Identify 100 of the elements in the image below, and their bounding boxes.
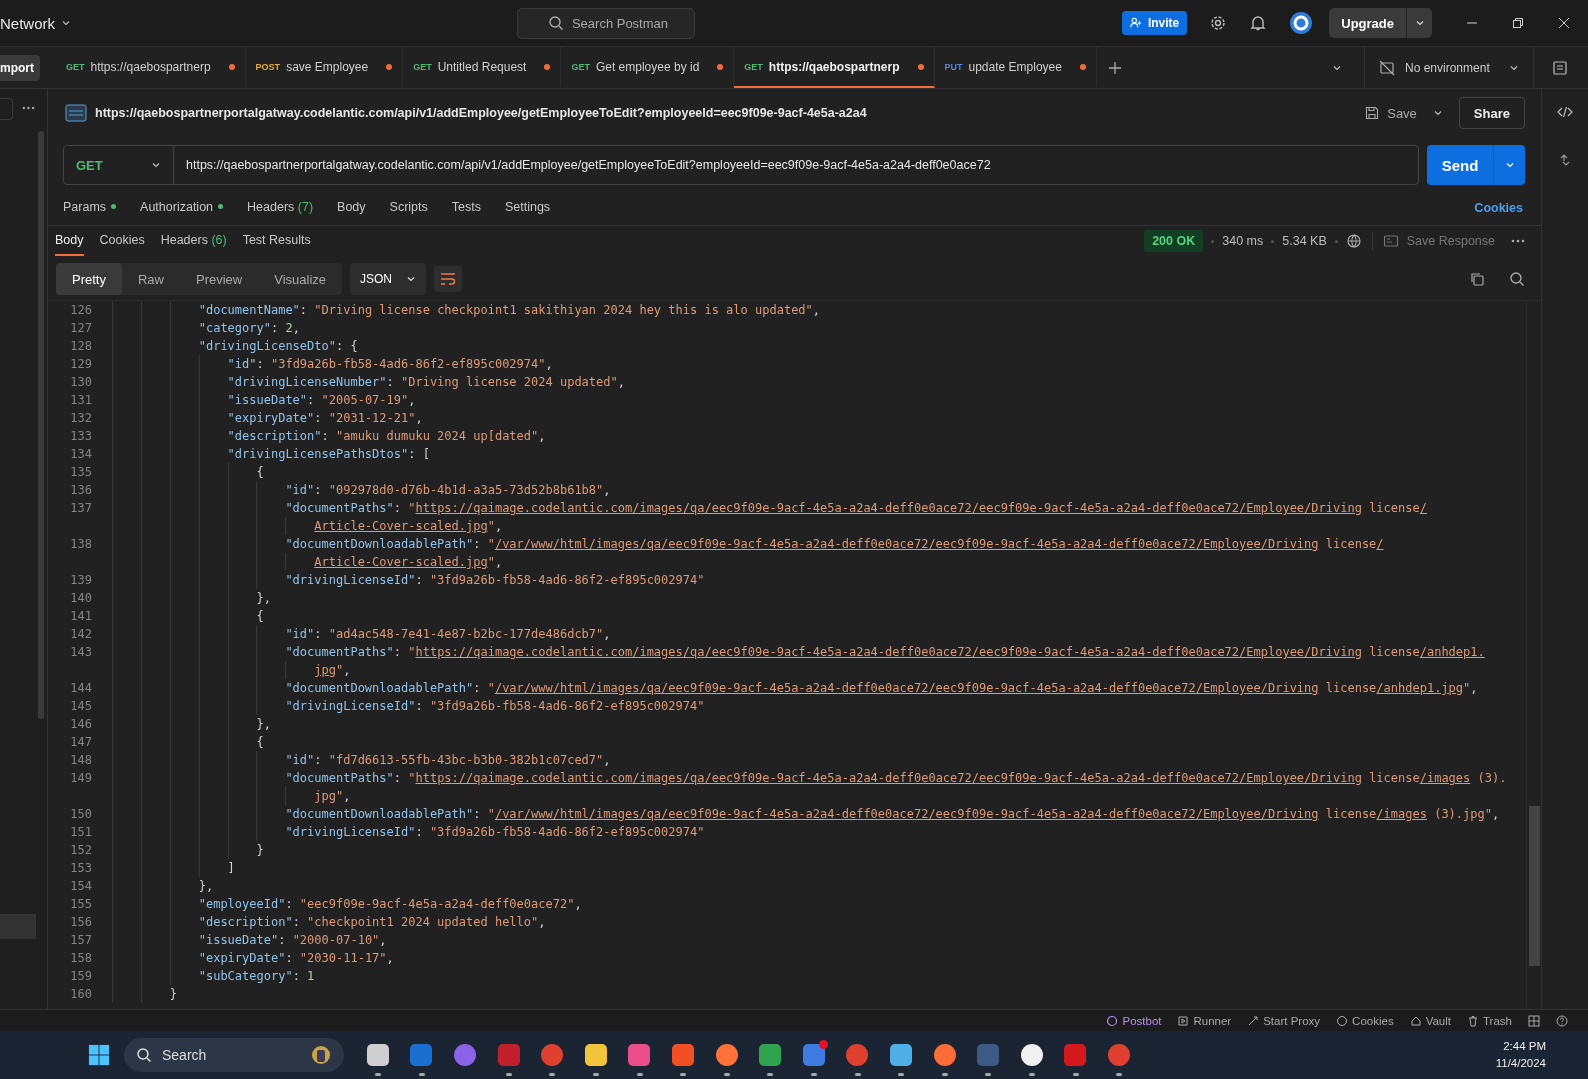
trash-icon xyxy=(1467,1014,1479,1027)
line-number: 160 xyxy=(69,986,92,1003)
code-icon[interactable] xyxy=(1557,104,1573,120)
line-number: 141 xyxy=(69,608,92,625)
close-icon[interactable] xyxy=(1558,17,1570,29)
view-mode-tab[interactable]: Pretty xyxy=(56,263,122,295)
share-button[interactable]: Share xyxy=(1458,97,1525,129)
request-option-tab[interactable]: Scripts xyxy=(389,190,428,225)
save-button[interactable]: Save xyxy=(1365,105,1417,121)
request-option-tab[interactable]: Headers (7) xyxy=(247,190,314,225)
restore-icon[interactable] xyxy=(1512,17,1524,29)
search-input[interactable]: Search Postman xyxy=(571,15,682,31)
invite-button[interactable]: Invite xyxy=(1121,11,1188,35)
status-bar-item[interactable]: Postbot xyxy=(1106,1014,1162,1027)
search-icon xyxy=(136,1047,152,1063)
request-option-tab[interactable]: Settings xyxy=(504,190,551,225)
code-link[interactable]: https://qaimage.codelantic.com/images/qa/eec9f09e-9acf-4e5a-a2a4-deff0e0ace72/eec9f09e-9acf-4e5a-a2a4-deff0e0ace72/Employee/Driving xyxy=(415,771,1362,785)
response-tab[interactable]: Cookies xyxy=(99,226,145,256)
send-button[interactable]: Send xyxy=(1427,145,1493,185)
caret-icon[interactable] xyxy=(1432,108,1443,118)
line-number: 153 xyxy=(69,860,92,877)
method-dropdown[interactable]: GET xyxy=(64,146,174,184)
request-tab[interactable]: GET https://qaebospartnerp xyxy=(734,47,935,88)
code-link[interactable]: jpg xyxy=(314,663,336,677)
globe-icon[interactable] xyxy=(1345,233,1362,249)
code-link[interactable]: /var/www/html/images/qa/eec9f09e-9acf-4e5a-a2a4-deff0e0ace72/eec9f09e-9acf-4e5a-a2a4-deff0e0ace72/Employee/Driving xyxy=(494,807,1319,821)
help-icon[interactable] xyxy=(1556,1014,1568,1027)
import-button[interactable]: mport xyxy=(0,54,40,81)
more-icon[interactable] xyxy=(22,106,35,110)
caret-icon xyxy=(406,274,417,284)
app-icon[interactable] xyxy=(584,1044,607,1066)
code-link[interactable]: https://qaimage.codelantic.com/images/qa/eec9f09e-9acf-4e5a-a2a4-deff0e0ace72/eec9f09e-9acf-4e5a-a2a4-deff0e0ace72/Employee/Driving xyxy=(415,645,1362,659)
wrap-lines-icon[interactable] xyxy=(434,266,463,292)
response-time: 340 ms xyxy=(1222,234,1264,248)
scrollbar-thumb[interactable] xyxy=(1529,806,1540,966)
app-icon[interactable] xyxy=(715,1044,738,1066)
code-link[interactable]: /var/www/html/images/qa/eec9f09e-9acf-4e5a-a2a4-deff0e0ace72/eec9f09e-9acf-4e5a-a2a4-deff0e0ace72/Employee/Driving xyxy=(494,537,1319,551)
app-icon[interactable] xyxy=(889,1044,912,1066)
more-icon[interactable] xyxy=(1511,239,1525,243)
http-icon xyxy=(65,104,87,122)
request-option-tab[interactable]: Tests xyxy=(451,190,481,225)
windows-start-icon[interactable] xyxy=(88,1044,110,1066)
code-link[interactable]: Article-Cover-scaled.jpg xyxy=(314,555,488,569)
code-link[interactable]: Article-Cover-scaled.jpg xyxy=(314,519,488,533)
save-response-button[interactable]: Save Response xyxy=(1382,233,1495,249)
response-tab[interactable]: Headers (6) xyxy=(160,226,227,256)
code-link[interactable]: /var/www/html/images/qa/eec9f09e-9acf-4e5a-a2a4-deff0e0ace72/eec9f09e-9acf-4e5a-a2a4-deff0e0ace72/Employee/Driving xyxy=(494,681,1319,695)
request-tab[interactable]: GET Untitled Request xyxy=(403,47,562,88)
filter-field[interactable] xyxy=(0,98,13,120)
cookies-link[interactable]: Cookies xyxy=(1474,200,1523,215)
line-number: 143 xyxy=(69,644,92,661)
search-icon[interactable] xyxy=(1509,271,1525,287)
request-tab[interactable]: POST save Employee xyxy=(245,47,404,88)
request-option-tab[interactable]: Authorization xyxy=(140,190,224,225)
app-icon[interactable] xyxy=(1020,1044,1043,1066)
copy-icon[interactable] xyxy=(1469,271,1485,287)
status-bar-item[interactable]: Runner xyxy=(1177,1014,1232,1027)
environment-quick-look-icon[interactable] xyxy=(1552,59,1568,76)
view-mode-tab[interactable]: Preview xyxy=(180,263,259,295)
app-icon[interactable] xyxy=(366,1044,389,1066)
view-mode-tab[interactable]: Raw xyxy=(121,263,180,295)
bell-icon[interactable] xyxy=(1249,14,1268,32)
line-number: 157 xyxy=(69,932,92,949)
url-field[interactable]: https://qaebospartnerportalgatway.codelantic.com/api/v1/addEmployee/getEmployeeToEdit?employeeId=eec9f09e-9acf-4e5a-a2a4-deff0e0ace72 xyxy=(174,146,1418,184)
avatar-icon[interactable] xyxy=(1289,11,1314,35)
request-title: https://qaebospartnerportalgatway.codelantic.com/api/v1/addEmployee/getEmployeeToEdit?employeeId=eec9f09e-9acf-4e5a-a2a4 xyxy=(95,106,867,120)
request-option-tab[interactable]: Params xyxy=(63,190,117,225)
code-link[interactable]: /images xyxy=(1419,771,1471,785)
response-tab[interactable]: Body xyxy=(55,226,84,256)
request-tab[interactable]: GET Get employee by id xyxy=(561,47,735,88)
code-link[interactable]: /images xyxy=(1376,807,1427,821)
settings-icon[interactable] xyxy=(1209,14,1228,32)
code-link[interactable]: / xyxy=(1419,501,1427,515)
layout-icon[interactable] xyxy=(1528,1014,1540,1027)
status-bar-item[interactable]: Trash xyxy=(1467,1014,1512,1027)
scrollbar-thumb[interactable] xyxy=(38,131,44,719)
line-number: 134 xyxy=(69,446,92,463)
status-bar-item[interactable]: Cookies xyxy=(1336,1014,1394,1027)
upgrade-button[interactable]: Upgrade xyxy=(1329,8,1406,38)
new-tab-icon[interactable] xyxy=(1106,59,1123,76)
environment-selector[interactable]: No environment xyxy=(1364,47,1534,88)
code-link[interactable]: /anhdep1.jpg xyxy=(1376,681,1464,695)
request-option-tab[interactable]: Body xyxy=(337,190,366,225)
request-tab[interactable]: PUT update Employee xyxy=(934,47,1097,88)
code-link[interactable]: / xyxy=(1376,537,1384,551)
format-dropdown[interactable]: JSON xyxy=(350,263,427,295)
app-icon[interactable] xyxy=(933,1044,956,1066)
response-tab[interactable]: Test Results xyxy=(242,226,311,256)
view-mode-tab[interactable]: Visualize xyxy=(258,263,343,295)
status-bar-item[interactable]: Vault xyxy=(1409,1014,1451,1027)
code-link[interactable]: /anhdep1. xyxy=(1419,645,1485,659)
search-field[interactable]: Search Postman xyxy=(516,7,695,39)
code-link[interactable]: https://qaimage.codelantic.com/images/qa/eec9f09e-9acf-4e5a-a2a4-deff0e0ace72/eec9f09e-9acf-4e5a-a2a4-deff0e0ace72/Employee/Driving xyxy=(415,501,1362,515)
request-tab[interactable]: GET https://qaebospartnerp xyxy=(56,47,246,88)
line-number: 147 xyxy=(69,734,92,751)
workspace-menu[interactable]: Network xyxy=(0,14,71,32)
url-bar[interactable]: GET https://qaebospartnerportalgatway.codelantic.com/api/v1/addEmployee/getEmployeeToEdit?employeeId=eec9f09e-9acf-4e5a-a2a4-deff0e0ace72 xyxy=(63,145,1419,185)
line-number: 156 xyxy=(69,914,92,931)
taskbar-search-field[interactable]: Search xyxy=(124,1038,344,1072)
status-bar-item[interactable]: Start Proxy xyxy=(1247,1014,1321,1027)
